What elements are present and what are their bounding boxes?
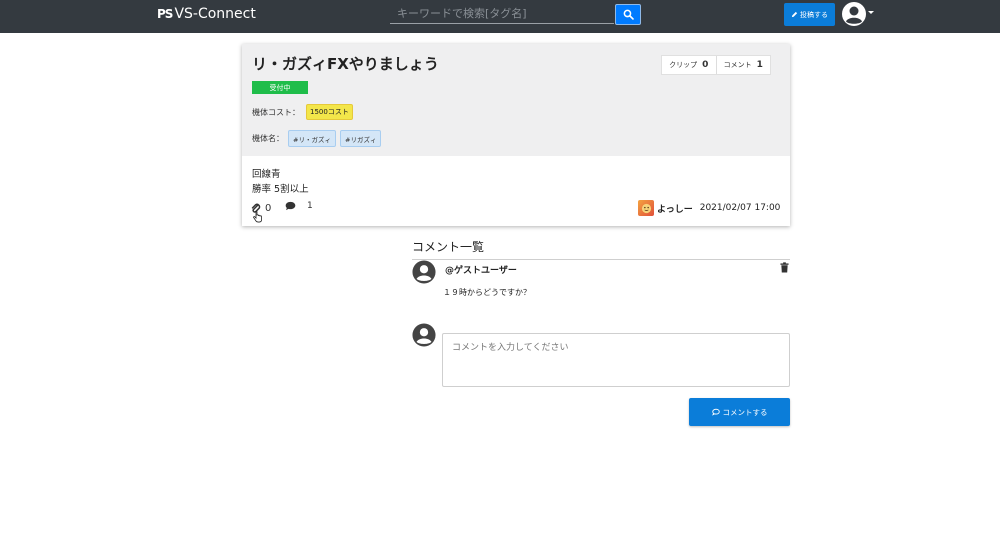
search-form — [390, 4, 641, 25]
comment-submit-button[interactable]: コメントする — [689, 398, 790, 426]
playstation-icon: PS — [157, 7, 173, 21]
status-badge: 受付中 — [252, 81, 308, 94]
chevron-down-icon — [868, 10, 874, 14]
face-icon — [641, 203, 651, 213]
comment-user-avatar-icon — [412, 260, 436, 284]
comment-stat-count: 1 — [756, 60, 763, 70]
search-input[interactable] — [390, 4, 614, 24]
comment-user-name[interactable]: @ゲストユーザー — [445, 263, 517, 276]
comment-button[interactable]: 1 — [285, 201, 313, 211]
author-avatar[interactable] — [638, 200, 654, 216]
machine-label: 機体名： — [252, 134, 284, 143]
tag-chip[interactable]: #リガズィ — [340, 130, 382, 147]
search-button[interactable] — [615, 4, 641, 25]
author-name[interactable]: よっしー — [657, 202, 693, 215]
post-stats: クリップ 0 コメント 1 — [661, 55, 771, 75]
post-date: 2021/02/07 17:00 — [699, 203, 781, 213]
trash-icon[interactable] — [780, 262, 789, 273]
current-user-avatar-icon — [412, 323, 436, 347]
navbar: PS VS-Connect 投稿する — [0, 0, 1000, 33]
comment-input[interactable] — [442, 333, 790, 387]
comment-icon — [285, 201, 296, 211]
post-card-header: リ・ガズィFXやりましょう クリップ 0 コメント 1 受付中 機体コスト： 1… — [242, 44, 790, 156]
post-author: よっしー 2021/02/07 17:00 — [638, 200, 780, 216]
clip-stat: クリップ 0 — [662, 60, 716, 70]
post-button[interactable]: 投稿する — [784, 3, 835, 26]
tag-chip[interactable]: #リ・ガズィ — [288, 130, 336, 147]
comment-stat-label: コメント — [723, 61, 752, 69]
speech-bubble-icon — [711, 408, 720, 416]
comment-text: １９時からどうですか？ — [443, 288, 531, 297]
post-card: リ・ガズィFXやりましょう クリップ 0 コメント 1 受付中 機体コスト： 1… — [242, 44, 790, 226]
post-button-label: 投稿する — [800, 10, 828, 19]
hand-cursor-icon — [253, 211, 262, 223]
comments-divider — [412, 259, 790, 260]
post-body-line: 回線青 — [252, 169, 281, 180]
comments-title: コメント一覧 — [412, 240, 485, 254]
clip-stat-label: クリップ — [669, 61, 698, 69]
user-menu[interactable] — [841, 1, 874, 27]
comment-stat: コメント 1 — [715, 56, 771, 74]
post-title: リ・ガズィFXやりましょう — [252, 55, 439, 73]
cost-label: 機体コスト： — [252, 108, 300, 117]
clip-count: 0 — [265, 203, 272, 214]
comment-count: 1 — [307, 201, 313, 211]
clip-stat-count: 0 — [702, 60, 709, 70]
search-icon — [623, 9, 634, 20]
cost-badge: 1500コスト — [306, 104, 353, 120]
comment-submit-label: コメントする — [722, 407, 768, 417]
user-avatar-icon — [842, 2, 866, 26]
post-body-line: 勝率 5割以上 — [252, 184, 309, 195]
pencil-icon — [791, 11, 798, 18]
brand-name: VS-Connect — [174, 6, 256, 22]
brand-logo[interactable]: PS VS-Connect — [157, 6, 256, 22]
